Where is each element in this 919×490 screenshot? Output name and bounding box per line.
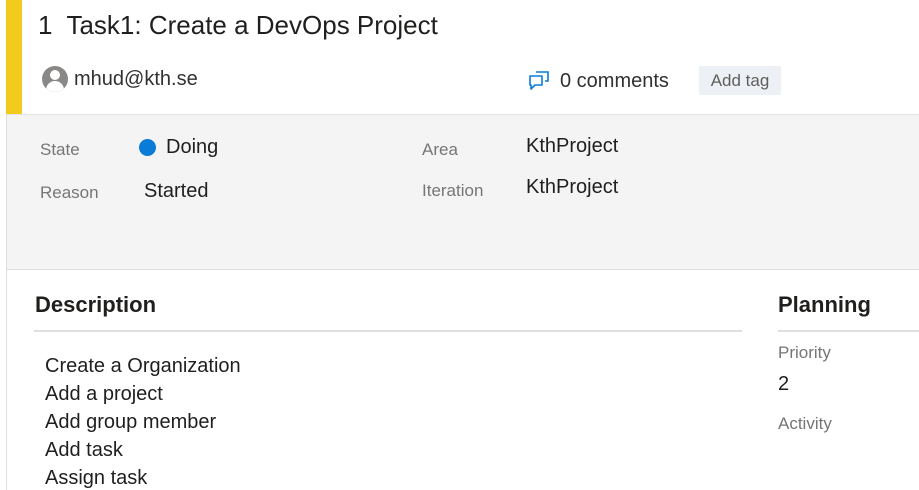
assigned-to-field[interactable]: mhud@kth.se	[74, 68, 198, 91]
state-dot-icon	[139, 139, 156, 156]
activity-field[interactable]	[778, 444, 908, 470]
description-line: Add task	[45, 439, 123, 461]
add-tag-button[interactable]: Add tag	[699, 66, 781, 95]
description-editor[interactable]: Create a Organization Add a project Add …	[45, 352, 241, 490]
area-label: Area	[422, 140, 458, 159]
activity-label: Activity	[778, 414, 832, 433]
comments-icon[interactable]	[528, 70, 550, 90]
reason-label: Reason	[40, 183, 99, 202]
comments-link[interactable]: 0 comments	[560, 70, 669, 93]
work-item-header: 1 Task1: Create a DevOps Project mhud@kth…	[22, 0, 919, 114]
person-avatar-icon[interactable]	[42, 66, 68, 92]
task-color-stripe	[6, 0, 22, 114]
state-label: State	[40, 140, 80, 159]
planning-divider	[778, 330, 919, 332]
work-item-title-text[interactable]: Task1: Create a DevOps Project	[66, 10, 437, 40]
state-field[interactable]: Doing	[166, 136, 218, 159]
work-item-title[interactable]: 1 Task1: Create a DevOps Project	[38, 10, 438, 41]
work-item-meta-row: mhud@kth.se 0 comments Add tag	[42, 66, 912, 95]
work-item-fields-panel: State Doing Reason Started Area KthProje…	[7, 114, 919, 270]
reason-field[interactable]: Started	[144, 180, 208, 203]
area-field[interactable]: KthProject	[526, 135, 618, 158]
description-heading: Description	[35, 292, 157, 317]
description-divider	[34, 330, 742, 332]
priority-field[interactable]: 2	[778, 373, 789, 396]
iteration-label: Iteration	[422, 181, 484, 200]
work-item-id: 1	[38, 10, 53, 40]
iteration-field[interactable]: KthProject	[526, 176, 618, 199]
description-line: Create a Organization	[45, 355, 241, 377]
description-line: Add group member	[45, 411, 217, 433]
planning-heading: Planning	[778, 292, 871, 317]
priority-label: Priority	[778, 343, 831, 362]
description-line: Add a project	[45, 383, 163, 405]
description-line: Assign task	[45, 467, 148, 489]
